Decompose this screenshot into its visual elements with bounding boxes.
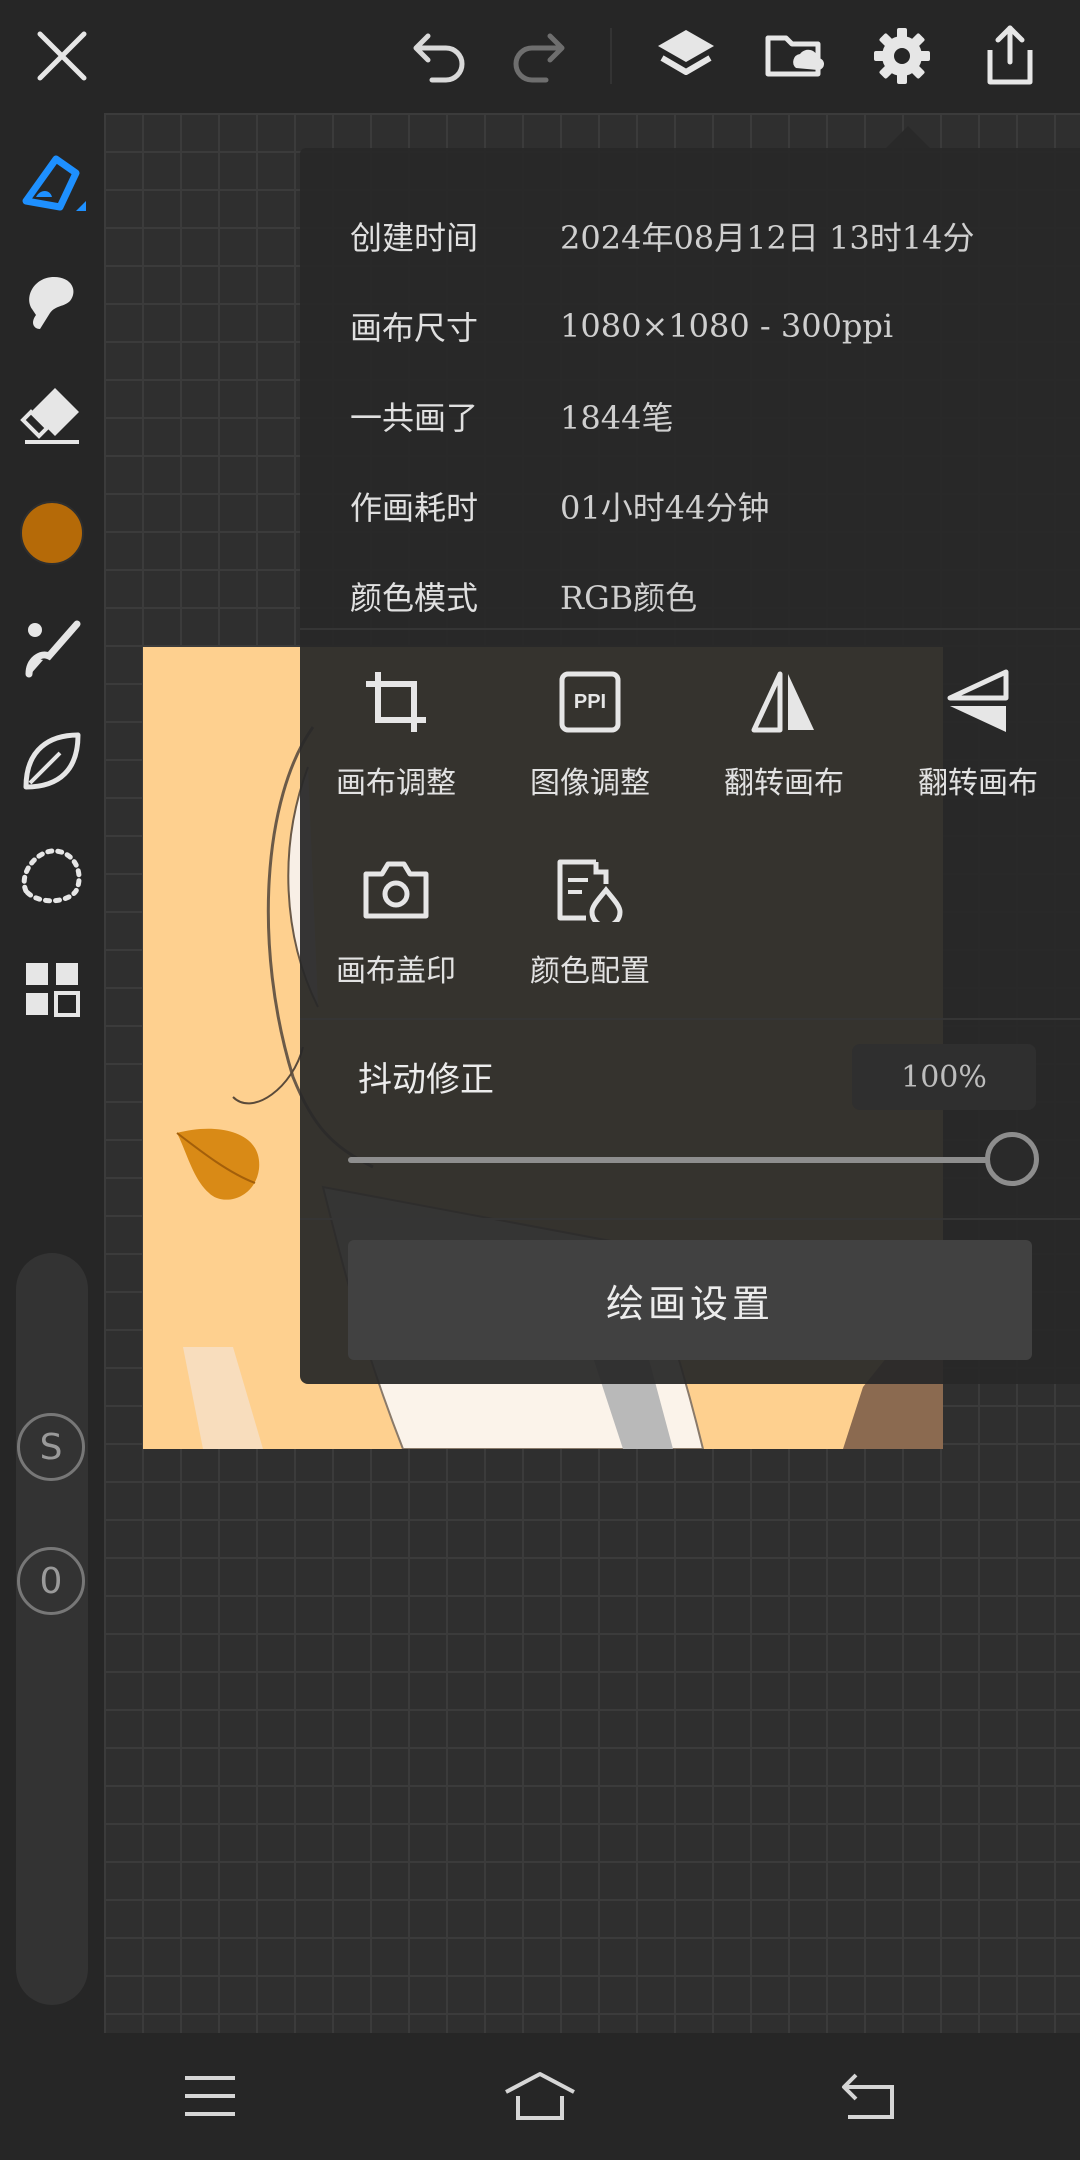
home-icon[interactable]: [500, 2061, 580, 2131]
smudge-tool-icon[interactable]: [12, 261, 92, 341]
stabilizer-label: 抖动修正: [358, 1060, 494, 1100]
brush-size-slider[interactable]: [16, 1253, 88, 2005]
leaf-decoration: [176, 1128, 260, 1200]
opacity-zero-badge[interactable]: 0: [17, 1547, 85, 1615]
zero-badge-label: 0: [39, 1560, 63, 1602]
info-key: 画布尺寸: [350, 309, 479, 347]
shape-leaf-tool-icon[interactable]: [12, 721, 92, 801]
divider: [300, 628, 1080, 630]
menu-icon[interactable]: [170, 2061, 250, 2131]
info-row-color-mode: 颜色模式 RGB颜色: [350, 566, 697, 626]
color-profile-icon: [550, 850, 630, 930]
brush-tool-icon[interactable]: [12, 147, 92, 227]
lasso-select-tool-icon[interactable]: [12, 835, 92, 915]
info-key: 一共画了: [350, 399, 479, 437]
settings-gear-icon[interactable]: [864, 18, 940, 94]
action-label: 画布调整: [336, 766, 456, 801]
crop-icon: [356, 662, 436, 742]
drawing-settings-button[interactable]: 绘画设置: [348, 1240, 1032, 1360]
undo-icon[interactable]: [402, 18, 478, 94]
back-icon[interactable]: [828, 2061, 908, 2131]
grid-menu-icon[interactable]: [12, 949, 92, 1029]
info-row-canvas-size: 画布尺寸 1080×1080 - 300ppi: [350, 296, 893, 356]
info-row-created: 创建时间 2024年08月12日 13时14分: [350, 206, 975, 266]
action-label: 翻转画布: [918, 766, 1038, 801]
toolbar-divider: [610, 28, 612, 84]
info-value: 1844笔: [560, 399, 674, 437]
color-picker-swatch[interactable]: [12, 493, 92, 573]
stabilizer-slider-track[interactable]: [348, 1157, 1012, 1163]
image-adjust-button[interactable]: PPI 图像调整: [500, 662, 680, 812]
redo-icon[interactable]: [500, 18, 576, 94]
canvas-stamp-button[interactable]: 画布盖印: [306, 850, 486, 1000]
flip-canvas-horizontal-button[interactable]: 翻转画布: [694, 662, 874, 812]
left-toolbar: S 0: [0, 113, 104, 2033]
action-label: 颜色配置: [530, 954, 650, 989]
info-key: 颜色模式: [350, 579, 479, 617]
flip-canvas-vertical-button[interactable]: 翻转画布: [888, 662, 1068, 812]
popup-pointer: [886, 126, 930, 148]
info-value: 2024年08月12日 13时14分: [560, 219, 975, 257]
eraser-tool-icon[interactable]: [12, 375, 92, 455]
divider: [300, 1018, 1080, 1020]
canvas-adjust-button[interactable]: 画布调整: [306, 662, 486, 812]
top-toolbar: [0, 0, 1080, 113]
s-badge-label: S: [39, 1426, 63, 1468]
stabilizer-s-badge[interactable]: S: [17, 1413, 85, 1481]
stabilizer-slider-thumb[interactable]: [985, 1132, 1039, 1186]
camera-icon: [356, 850, 436, 930]
info-key: 创建时间: [350, 219, 479, 257]
cloud-folder-icon[interactable]: [756, 18, 832, 94]
info-row-time-spent: 作画耗时 01小时44分钟: [350, 476, 769, 536]
stabilizer-value-field[interactable]: 100%: [852, 1044, 1036, 1110]
ppi-icon-text: PPI: [573, 690, 607, 713]
info-value: RGB颜色: [560, 579, 698, 617]
canvas-settings-popup: 创建时间 2024年08月12日 13时14分 画布尺寸 1080×1080 -…: [300, 148, 1080, 1384]
info-value: 01小时44分钟: [560, 489, 770, 527]
info-row-strokes: 一共画了 1844笔: [350, 386, 673, 446]
color-profile-button[interactable]: 颜色配置: [500, 850, 680, 1000]
layers-icon[interactable]: [648, 18, 724, 94]
system-nav-bar: [0, 2033, 1080, 2160]
info-key: 作画耗时: [350, 489, 479, 527]
adjust-tool-icon[interactable]: [12, 609, 92, 689]
action-label: 翻转画布: [724, 766, 844, 801]
flip-vertical-icon: [938, 662, 1018, 742]
action-label: 画布盖印: [336, 954, 456, 989]
ppi-icon: PPI: [550, 662, 630, 742]
flip-horizontal-icon: [744, 662, 824, 742]
action-label: 图像调整: [530, 766, 650, 801]
close-icon[interactable]: [24, 18, 100, 94]
share-export-icon[interactable]: [972, 18, 1048, 94]
info-value: 1080×1080 - 300ppi: [560, 307, 894, 345]
divider: [300, 1218, 1080, 1220]
